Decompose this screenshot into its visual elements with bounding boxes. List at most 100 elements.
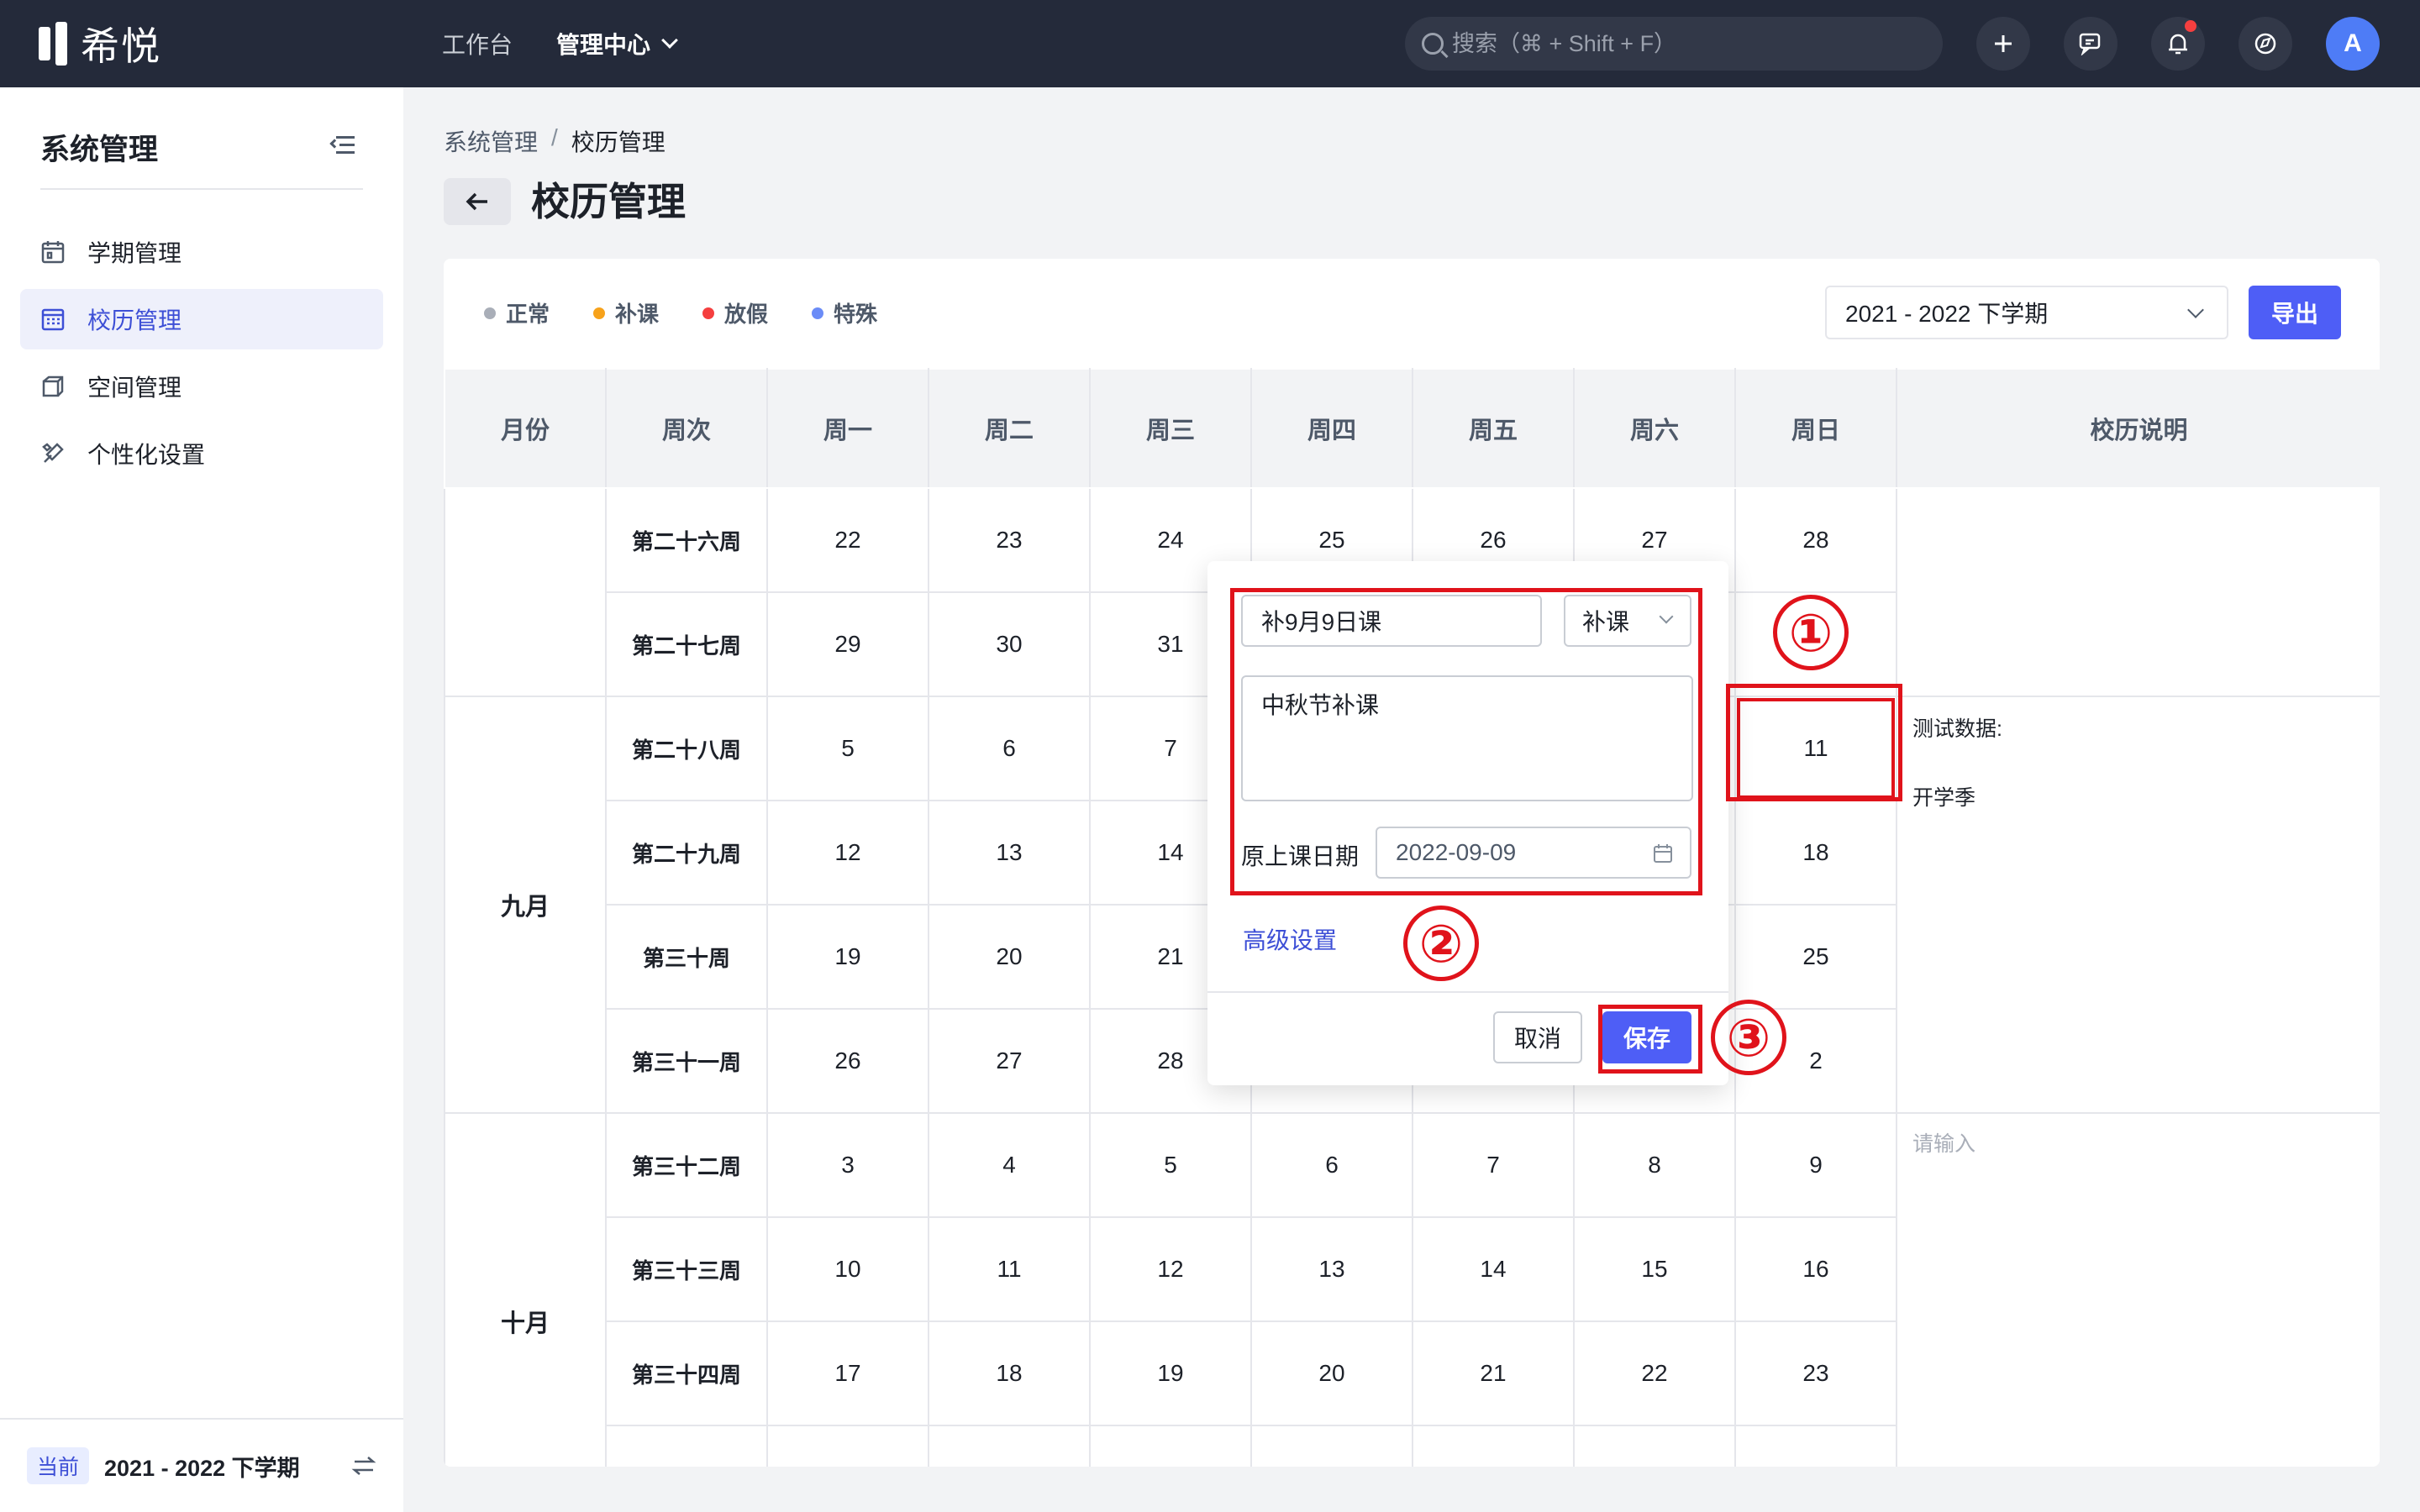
collapse-sidebar-icon[interactable] [329, 136, 355, 155]
day-cell[interactable]: 24 [766, 1425, 929, 1467]
nav-management-center[interactable]: 管理中心 [556, 27, 678, 60]
day-cell[interactable]: 8 [1573, 1112, 1736, 1218]
breadcrumb-system[interactable]: 系统管理 [444, 124, 538, 158]
day-cell[interactable]: 19 [1089, 1320, 1252, 1426]
notes-cell[interactable] [1896, 487, 2380, 697]
day-cell[interactable]: 28 [1412, 1425, 1575, 1467]
search-icon [1422, 33, 1444, 55]
day-cell[interactable]: 10 [766, 1216, 929, 1322]
messages-button[interactable] [2064, 17, 2118, 71]
day-cell[interactable]: 21 [1412, 1320, 1575, 1426]
day-cell[interactable]: 28 [1734, 487, 1897, 593]
sidebar-item-calendar-management[interactable]: 校历管理 [20, 289, 383, 349]
day-cell[interactable]: 18 [1734, 800, 1897, 906]
user-avatar[interactable]: A [2326, 17, 2380, 71]
day-cell[interactable]: 7 [1412, 1112, 1575, 1218]
day-cell[interactable]: 5 [1089, 1112, 1252, 1218]
table-header-row: 月份 周次 周一 周二 周三 周四 周五 周六 周日 校历说明 [444, 368, 2380, 489]
current-term-footer: 当前 2021 - 2022 下学期 [0, 1418, 403, 1512]
day-cell[interactable]: 25 [928, 1425, 1091, 1467]
day-cell[interactable]: 6 [1250, 1112, 1413, 1218]
legend-normal: 正常 [484, 297, 550, 328]
page-title: 校历管理 [531, 180, 686, 223]
day-cell[interactable]: 4 [928, 1112, 1091, 1218]
day-cell[interactable]: 23 [1734, 1320, 1897, 1426]
day-cell[interactable]: 30 [1734, 1425, 1897, 1467]
day-cell[interactable]: 13 [1250, 1216, 1413, 1322]
header-week: 周次 [605, 368, 768, 489]
day-cell[interactable]: 22 [766, 487, 929, 593]
day-cell[interactable]: 29 [766, 591, 929, 697]
advanced-settings-link[interactable]: 高级设置 [1243, 922, 1337, 956]
annotation-number-2: ② [1403, 906, 1479, 981]
day-cell[interactable]: 26 [1089, 1425, 1252, 1467]
top-navigation-bar: 希悦 工作台 管理中心 A [0, 0, 2420, 87]
day-cell[interactable]: 19 [766, 904, 929, 1010]
day-cell[interactable]: 18 [928, 1320, 1091, 1426]
day-cell[interactable]: 23 [928, 487, 1091, 593]
day-cell[interactable]: 14 [1412, 1216, 1575, 1322]
notes-cell[interactable]: 测试数据: 开学季 [1896, 696, 2380, 1114]
day-cell[interactable]: 29 [1573, 1425, 1736, 1467]
day-cell[interactable]: 11 [928, 1216, 1091, 1322]
day-cell[interactable]: 26 [766, 1008, 929, 1114]
legend-dot [812, 307, 824, 319]
day-cell[interactable]: 5 [766, 696, 929, 801]
day-cell[interactable]: 20 [928, 904, 1091, 1010]
day-cell[interactable]: 9 [1734, 1112, 1897, 1218]
brush-icon [40, 441, 66, 466]
chat-icon [2079, 33, 2101, 55]
term-select[interactable]: 2021 - 2022 下学期 [1825, 286, 2228, 339]
week-cell: 第二十六周 [605, 487, 768, 593]
apps-button[interactable] [2238, 17, 2292, 71]
export-button[interactable]: 导出 [2249, 286, 2341, 339]
sidebar-item-personalization[interactable]: 个性化设置 [20, 423, 383, 484]
sidebar-item-label: 空间管理 [87, 375, 182, 401]
day-cell[interactable]: 20 [1250, 1320, 1413, 1426]
header-mon: 周一 [766, 368, 929, 489]
day-cell[interactable]: 13 [928, 800, 1091, 906]
day-cell[interactable]: 27 [928, 1008, 1091, 1114]
sidebar-divider [40, 188, 363, 190]
day-cell[interactable]: 3 [766, 1112, 929, 1218]
day-cell[interactable]: 25 [1734, 904, 1897, 1010]
legend-dot [702, 307, 715, 319]
legend-dot [593, 307, 606, 319]
day-cell[interactable]: 15 [1573, 1216, 1736, 1322]
header-fri: 周五 [1412, 368, 1575, 489]
day-cell[interactable]: 22 [1573, 1320, 1736, 1426]
day-cell[interactable]: 12 [766, 800, 929, 906]
annotation-number-3: ③ [1711, 1000, 1786, 1075]
notifications-button[interactable] [2151, 17, 2205, 71]
day-cell[interactable]: 27 [1250, 1425, 1413, 1467]
day-cell[interactable]: 30 [928, 591, 1091, 697]
header-sat: 周六 [1573, 368, 1736, 489]
nav-workbench[interactable]: 工作台 [442, 27, 513, 60]
header-tue: 周二 [928, 368, 1091, 489]
search-input[interactable] [1452, 30, 1923, 57]
term-select-value: 2021 - 2022 下学期 [1845, 301, 2049, 327]
notes-input-cell[interactable]: 请输入 [1896, 1112, 2380, 1467]
header-notes: 校历说明 [1896, 368, 2380, 489]
app-logo[interactable]: 希悦 [39, 20, 161, 68]
switch-term-icon[interactable] [351, 1453, 376, 1478]
bell-icon [2169, 34, 2187, 55]
back-button[interactable] [444, 178, 511, 225]
plus-icon [1995, 35, 2012, 52]
global-search[interactable] [1405, 17, 1943, 71]
day-cell[interactable]: 12 [1089, 1216, 1252, 1322]
day-cell[interactable]: 17 [766, 1320, 929, 1426]
note-line: 测试数据: [1912, 717, 2002, 741]
week-cell: 第二十九周 [605, 800, 768, 906]
cancel-button[interactable]: 取消 [1493, 1011, 1582, 1063]
sidebar-item-term-management[interactable]: 学期管理 [20, 222, 383, 282]
legend-makeup: 补课 [593, 297, 659, 328]
add-button[interactable] [1976, 17, 2030, 71]
notification-dot [2185, 20, 2196, 32]
week-cell: 第三十三周 [605, 1216, 768, 1322]
table-row: 十月 第三十二周 3 4 5 6 7 8 9 请输入 [444, 1112, 2380, 1467]
day-cell[interactable]: 6 [928, 696, 1091, 801]
day-cell[interactable]: 16 [1734, 1216, 1897, 1322]
sidebar-item-space-management[interactable]: 空间管理 [20, 356, 383, 417]
sidebar-item-label: 个性化设置 [87, 442, 206, 468]
